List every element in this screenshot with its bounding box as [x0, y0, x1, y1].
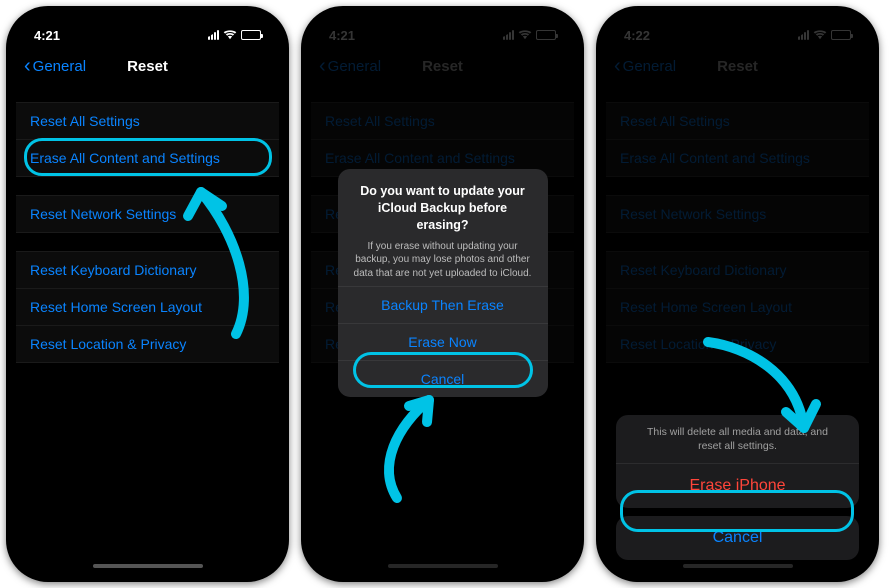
- row-erase-all-content[interactable]: Erase All Content and Settings: [16, 140, 279, 177]
- page-title: Reset: [127, 58, 168, 75]
- row-reset-keyboard[interactable]: Reset Keyboard Dictionary: [16, 251, 279, 289]
- wifi-icon: [223, 30, 237, 40]
- sheet-main-group: This will delete all media and data, and…: [616, 415, 859, 508]
- chevron-left-icon: ‹: [24, 56, 31, 76]
- screen: 4:21 ‹ General Reset Reset All Settings …: [16, 16, 279, 572]
- home-indicator: [93, 564, 203, 568]
- sheet-message: This will delete all media and data, and…: [616, 415, 859, 464]
- dialog-title: Do you want to update your iCloud Backup…: [352, 183, 534, 234]
- phone-1: 4:21 ‹ General Reset Reset All Settings …: [6, 6, 289, 582]
- battery-icon: [241, 30, 261, 40]
- dialog-cancel-button[interactable]: Cancel: [338, 360, 548, 397]
- dialog-message: If you erase without updating your backu…: [352, 239, 534, 280]
- erase-iphone-button[interactable]: Erase iPhone: [616, 464, 859, 508]
- settings-group-3: Reset Keyboard Dictionary Reset Home Scr…: [16, 251, 279, 363]
- sheet-cancel-button[interactable]: Cancel: [616, 516, 859, 560]
- screen: 4:22 ‹ General Reset Reset All Settings …: [606, 16, 869, 572]
- settings-group-1: Reset All Settings Erase All Content and…: [16, 102, 279, 177]
- notch: [373, 16, 513, 38]
- status-time: 4:21: [34, 28, 60, 43]
- phone-2: 4:21 ‹ General Reset Reset All Settings …: [301, 6, 584, 582]
- action-sheet: This will delete all media and data, and…: [616, 415, 859, 560]
- back-label: General: [33, 58, 86, 75]
- dialog-header: Do you want to update your iCloud Backup…: [338, 169, 548, 286]
- sheet-cancel-group: Cancel: [616, 516, 859, 560]
- row-reset-location[interactable]: Reset Location & Privacy: [16, 326, 279, 363]
- notch: [668, 16, 808, 38]
- row-reset-home[interactable]: Reset Home Screen Layout: [16, 289, 279, 326]
- phone-3: 4:22 ‹ General Reset Reset All Settings …: [596, 6, 879, 582]
- screen: 4:21 ‹ General Reset Reset All Settings …: [311, 16, 574, 572]
- back-button[interactable]: ‹ General: [24, 56, 86, 76]
- row-reset-all-settings[interactable]: Reset All Settings: [16, 102, 279, 140]
- settings-group-2: Reset Network Settings: [16, 195, 279, 233]
- erase-now-button[interactable]: Erase Now: [338, 323, 548, 360]
- backup-then-erase-button[interactable]: Backup Then Erase: [338, 286, 548, 323]
- nav-bar: ‹ General Reset: [16, 48, 279, 84]
- row-reset-network[interactable]: Reset Network Settings: [16, 195, 279, 233]
- icloud-dialog: Do you want to update your iCloud Backup…: [338, 169, 548, 397]
- notch: [78, 16, 218, 38]
- status-indicators: [208, 30, 261, 40]
